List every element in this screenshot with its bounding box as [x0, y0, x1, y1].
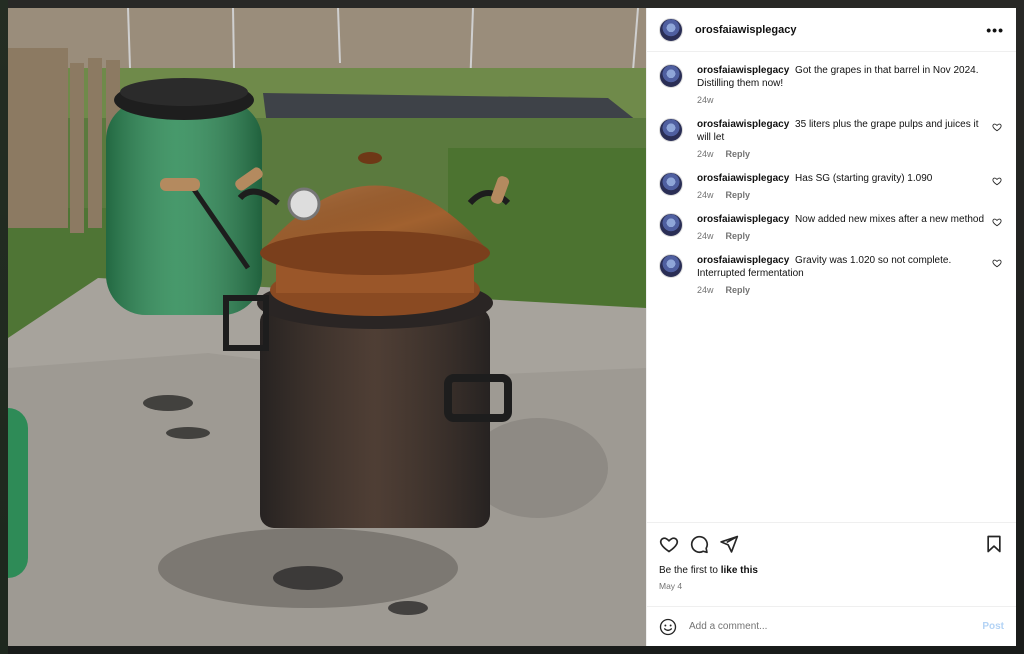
- comment-text: orosfaiawisplegacy Now added new mixes a…: [697, 213, 986, 226]
- comment-time[interactable]: 24w: [697, 285, 714, 295]
- comment-time[interactable]: 24w: [697, 149, 714, 159]
- comment-avatar[interactable]: [659, 64, 683, 88]
- reply-button[interactable]: Reply: [726, 149, 751, 159]
- comment-icon[interactable]: [689, 534, 709, 554]
- reply-button[interactable]: Reply: [726, 285, 751, 295]
- post-comment-button[interactable]: Post: [982, 621, 1004, 632]
- comment-like-heart-icon[interactable]: [992, 258, 1002, 268]
- heart-icon[interactable]: [659, 534, 679, 554]
- comment-text: orosfaiawisplegacy 35 liters plus the gr…: [697, 118, 986, 144]
- more-icon[interactable]: •••: [986, 22, 1004, 38]
- bookmark-icon[interactable]: [984, 534, 1004, 554]
- comment-like-heart-icon[interactable]: [992, 217, 1002, 227]
- post-side-panel: orosfaiawisplegacy ••• orosfaiawisplegac…: [646, 8, 1016, 646]
- comment-avatar[interactable]: [659, 172, 683, 196]
- comment-item: orosfaiawisplegacy Got the grapes in tha…: [659, 64, 1004, 105]
- post-header: orosfaiawisplegacy •••: [647, 8, 1016, 52]
- comment-avatar[interactable]: [659, 213, 683, 237]
- comment-item: orosfaiawisplegacy 35 liters plus the gr…: [659, 118, 1004, 159]
- likes-summary: Be the first to like this: [659, 565, 1004, 576]
- comment-content: Now added new mixes after a new method: [795, 214, 985, 225]
- post-photo: [8, 8, 646, 646]
- comment-time[interactable]: 24w: [697, 231, 714, 241]
- comment-time[interactable]: 24w: [697, 190, 714, 200]
- reply-button[interactable]: Reply: [726, 190, 751, 200]
- comment-avatar[interactable]: [659, 254, 683, 278]
- comment-like-heart-icon[interactable]: [992, 122, 1002, 132]
- post-date[interactable]: May 4: [659, 581, 1004, 591]
- photo-still-on-concrete: [8, 8, 646, 646]
- author-username[interactable]: orosfaiawisplegacy: [695, 24, 797, 36]
- comment-like-heart-icon[interactable]: [992, 176, 1002, 186]
- action-icon-row: [659, 531, 1004, 557]
- comment-username[interactable]: orosfaiawisplegacy: [697, 214, 789, 225]
- comment-item: orosfaiawisplegacy Has SG (starting grav…: [659, 172, 1004, 200]
- comment-username[interactable]: orosfaiawisplegacy: [697, 119, 789, 130]
- comment-item: orosfaiawisplegacy Gravity was 1.020 so …: [659, 254, 1004, 295]
- likes-prefix: Be the first to: [659, 565, 718, 576]
- add-comment-bar: Post: [647, 606, 1016, 646]
- post-actions: Be the first to like this May 4: [647, 522, 1016, 606]
- comment-time[interactable]: 24w: [697, 95, 714, 105]
- comment-item: orosfaiawisplegacy Now added new mixes a…: [659, 213, 1004, 241]
- reply-button[interactable]: Reply: [726, 231, 751, 241]
- comments-list: orosfaiawisplegacy Got the grapes in tha…: [647, 52, 1016, 522]
- comment-username[interactable]: orosfaiawisplegacy: [697, 255, 789, 266]
- comment-username[interactable]: orosfaiawisplegacy: [697, 173, 789, 184]
- like-this-link[interactable]: like this: [721, 565, 758, 576]
- comment-text: orosfaiawisplegacy Got the grapes in tha…: [697, 64, 986, 90]
- comment-avatar[interactable]: [659, 118, 683, 142]
- comment-content: Has SG (starting gravity) 1.090: [795, 173, 933, 184]
- comment-username[interactable]: orosfaiawisplegacy: [697, 65, 789, 76]
- share-icon[interactable]: [719, 534, 739, 554]
- comment-input[interactable]: [687, 620, 983, 633]
- comment-text: orosfaiawisplegacy Has SG (starting grav…: [697, 172, 986, 185]
- post-modal: orosfaiawisplegacy ••• orosfaiawisplegac…: [8, 8, 1016, 646]
- author-avatar[interactable]: [659, 17, 683, 42]
- emoji-icon[interactable]: [659, 618, 677, 636]
- comment-text: orosfaiawisplegacy Gravity was 1.020 so …: [697, 254, 986, 280]
